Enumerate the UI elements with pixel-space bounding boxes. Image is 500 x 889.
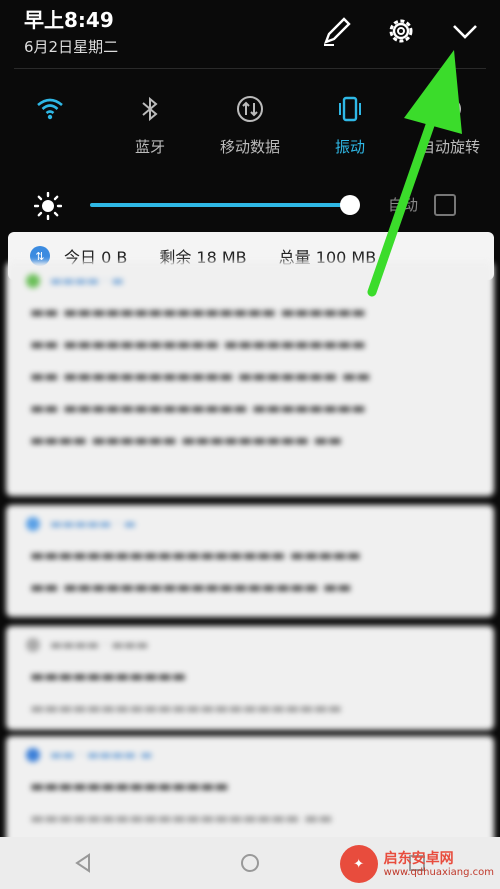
notification-card-1[interactable]: ▬▬▬▬ · ▬ ▬▬ ▬▬▬▬▬▬▬▬▬▬▬▬▬▬▬ ▬▬▬▬▬▬ ▬▬ ▬▬…	[6, 262, 494, 496]
clock-time: 早上8:49	[24, 8, 114, 32]
brightness-row: 自动	[30, 188, 460, 222]
back-icon[interactable]	[72, 852, 94, 874]
notification-card-4[interactable]: ▬▬ · ▬▬▬▬ ▬ ▬▬▬▬▬▬▬▬▬▬▬▬▬▬ ▬▬▬▬▬▬▬▬▬▬▬▬▬…	[6, 736, 494, 846]
home-icon[interactable]	[239, 852, 261, 874]
notification-line: ▬▬▬▬▬▬▬▬▬▬▬	[30, 667, 186, 685]
notification-line: ▬▬▬▬▬▬▬▬▬▬▬▬▬▬▬▬▬▬ ▬▬▬▬▬	[30, 546, 361, 564]
qs-mobile-data-label: 移动数据	[219, 138, 280, 156]
header-actions	[320, 14, 482, 48]
notification-line: ▬▬ ▬▬▬▬▬▬▬▬▬▬▬▬ ▬▬▬▬▬▬▬ ▬▬	[30, 367, 371, 385]
bluetooth-icon	[142, 96, 158, 122]
settings-button[interactable]	[384, 14, 418, 48]
brightness-slider-knob[interactable]	[340, 195, 360, 215]
notification-card-2[interactable]: ▬▬▬▬▬ · ▬ ▬▬▬▬▬▬▬▬▬▬▬▬▬▬▬▬▬▬ ▬▬▬▬▬ ▬▬ ▬▬…	[6, 505, 494, 617]
edit-button[interactable]	[320, 14, 354, 48]
app-icon	[26, 748, 40, 762]
wifi-icon	[37, 98, 63, 120]
qs-bluetooth-label: 蓝牙	[134, 138, 165, 156]
notification-line: ▬▬ ▬▬▬▬▬▬▬▬▬▬▬▬▬ ▬▬▬▬▬▬▬▬	[30, 399, 366, 417]
header-divider	[14, 68, 486, 69]
collapse-chevron-icon	[453, 25, 477, 39]
notification-line: ▬▬▬▬▬▬▬▬▬▬▬▬▬▬▬▬▬▬▬▬▬▬	[30, 699, 342, 717]
notification-line: ▬▬ ▬▬▬▬▬▬▬▬▬▬▬ ▬▬▬▬▬▬▬▬▬▬	[30, 335, 366, 353]
edit-icon	[323, 17, 351, 46]
app-icon	[26, 274, 40, 288]
app-icon	[26, 638, 40, 652]
vibrate-icon	[339, 96, 361, 122]
notification-app-name: ▬▬▬▬▬ · ▬	[50, 517, 137, 532]
notification-line: ▬▬▬▬▬▬▬▬▬▬▬▬▬▬	[30, 777, 229, 795]
date-text: 6月2日星期二	[24, 38, 119, 56]
qs-mobile-data[interactable]: 移动数据	[200, 90, 300, 157]
watermark-logo: ✦	[339, 845, 378, 883]
status-area: 早上8:49 6月2日星期二	[24, 8, 118, 57]
auto-brightness-label: 自动	[388, 196, 419, 214]
brightness-slider-track[interactable]	[90, 203, 350, 207]
qs-vibrate[interactable]: 振动	[300, 90, 400, 157]
notification-card-3[interactable]: ▬▬▬▬ · ▬▬▬ ▬▬▬▬▬▬▬▬▬▬▬ ▬▬▬▬▬▬▬▬▬▬▬▬▬▬▬▬▬…	[6, 626, 494, 730]
notification-app-name: ▬▬▬▬ · ▬▬▬	[50, 638, 149, 653]
watermark-url: www.qdhuaxiang.com	[383, 866, 494, 878]
notification-line: ▬▬ ▬▬▬▬▬▬▬▬▬▬▬▬▬▬▬ ▬▬▬▬▬▬	[30, 303, 366, 321]
notification-line: ▬▬▬▬▬▬▬▬▬▬▬▬▬▬▬▬▬▬▬ ▬▬	[30, 809, 333, 827]
quick-settings-row: 蓝牙 移动数据 振动 自动旋转	[0, 90, 500, 157]
qs-wifi[interactable]	[0, 90, 100, 157]
qs-auto-rotate-label: 自动旋转	[419, 138, 480, 156]
notification-line: ▬▬ ▬▬▬▬▬▬▬▬▬▬▬▬▬▬▬▬▬▬ ▬▬	[30, 578, 352, 596]
mobile-data-icon	[237, 96, 263, 122]
collapse-button[interactable]	[448, 14, 482, 48]
app-icon	[26, 517, 40, 531]
qs-vibrate-label: 振动	[334, 138, 365, 156]
notification-line: ▬▬▬▬ ▬▬▬▬▬▬ ▬▬▬▬▬▬▬▬▬ ▬▬	[30, 431, 342, 449]
notification-app-name: ▬▬▬▬ · ▬	[50, 274, 124, 289]
watermark: ✦ 启东安卓网 www.qdhuaxiang.com	[339, 845, 494, 883]
qs-bluetooth[interactable]: 蓝牙	[100, 90, 200, 157]
auto-rotate-icon	[439, 98, 461, 120]
brightness-sun-icon	[34, 192, 62, 220]
qs-auto-rotate[interactable]: 自动旋转	[400, 90, 500, 157]
settings-gear-icon	[389, 19, 413, 43]
watermark-name: 启东安卓网	[383, 850, 454, 867]
notification-app-name: ▬▬ · ▬▬▬▬ ▬	[50, 748, 153, 763]
auto-brightness-checkbox[interactable]	[434, 194, 456, 216]
